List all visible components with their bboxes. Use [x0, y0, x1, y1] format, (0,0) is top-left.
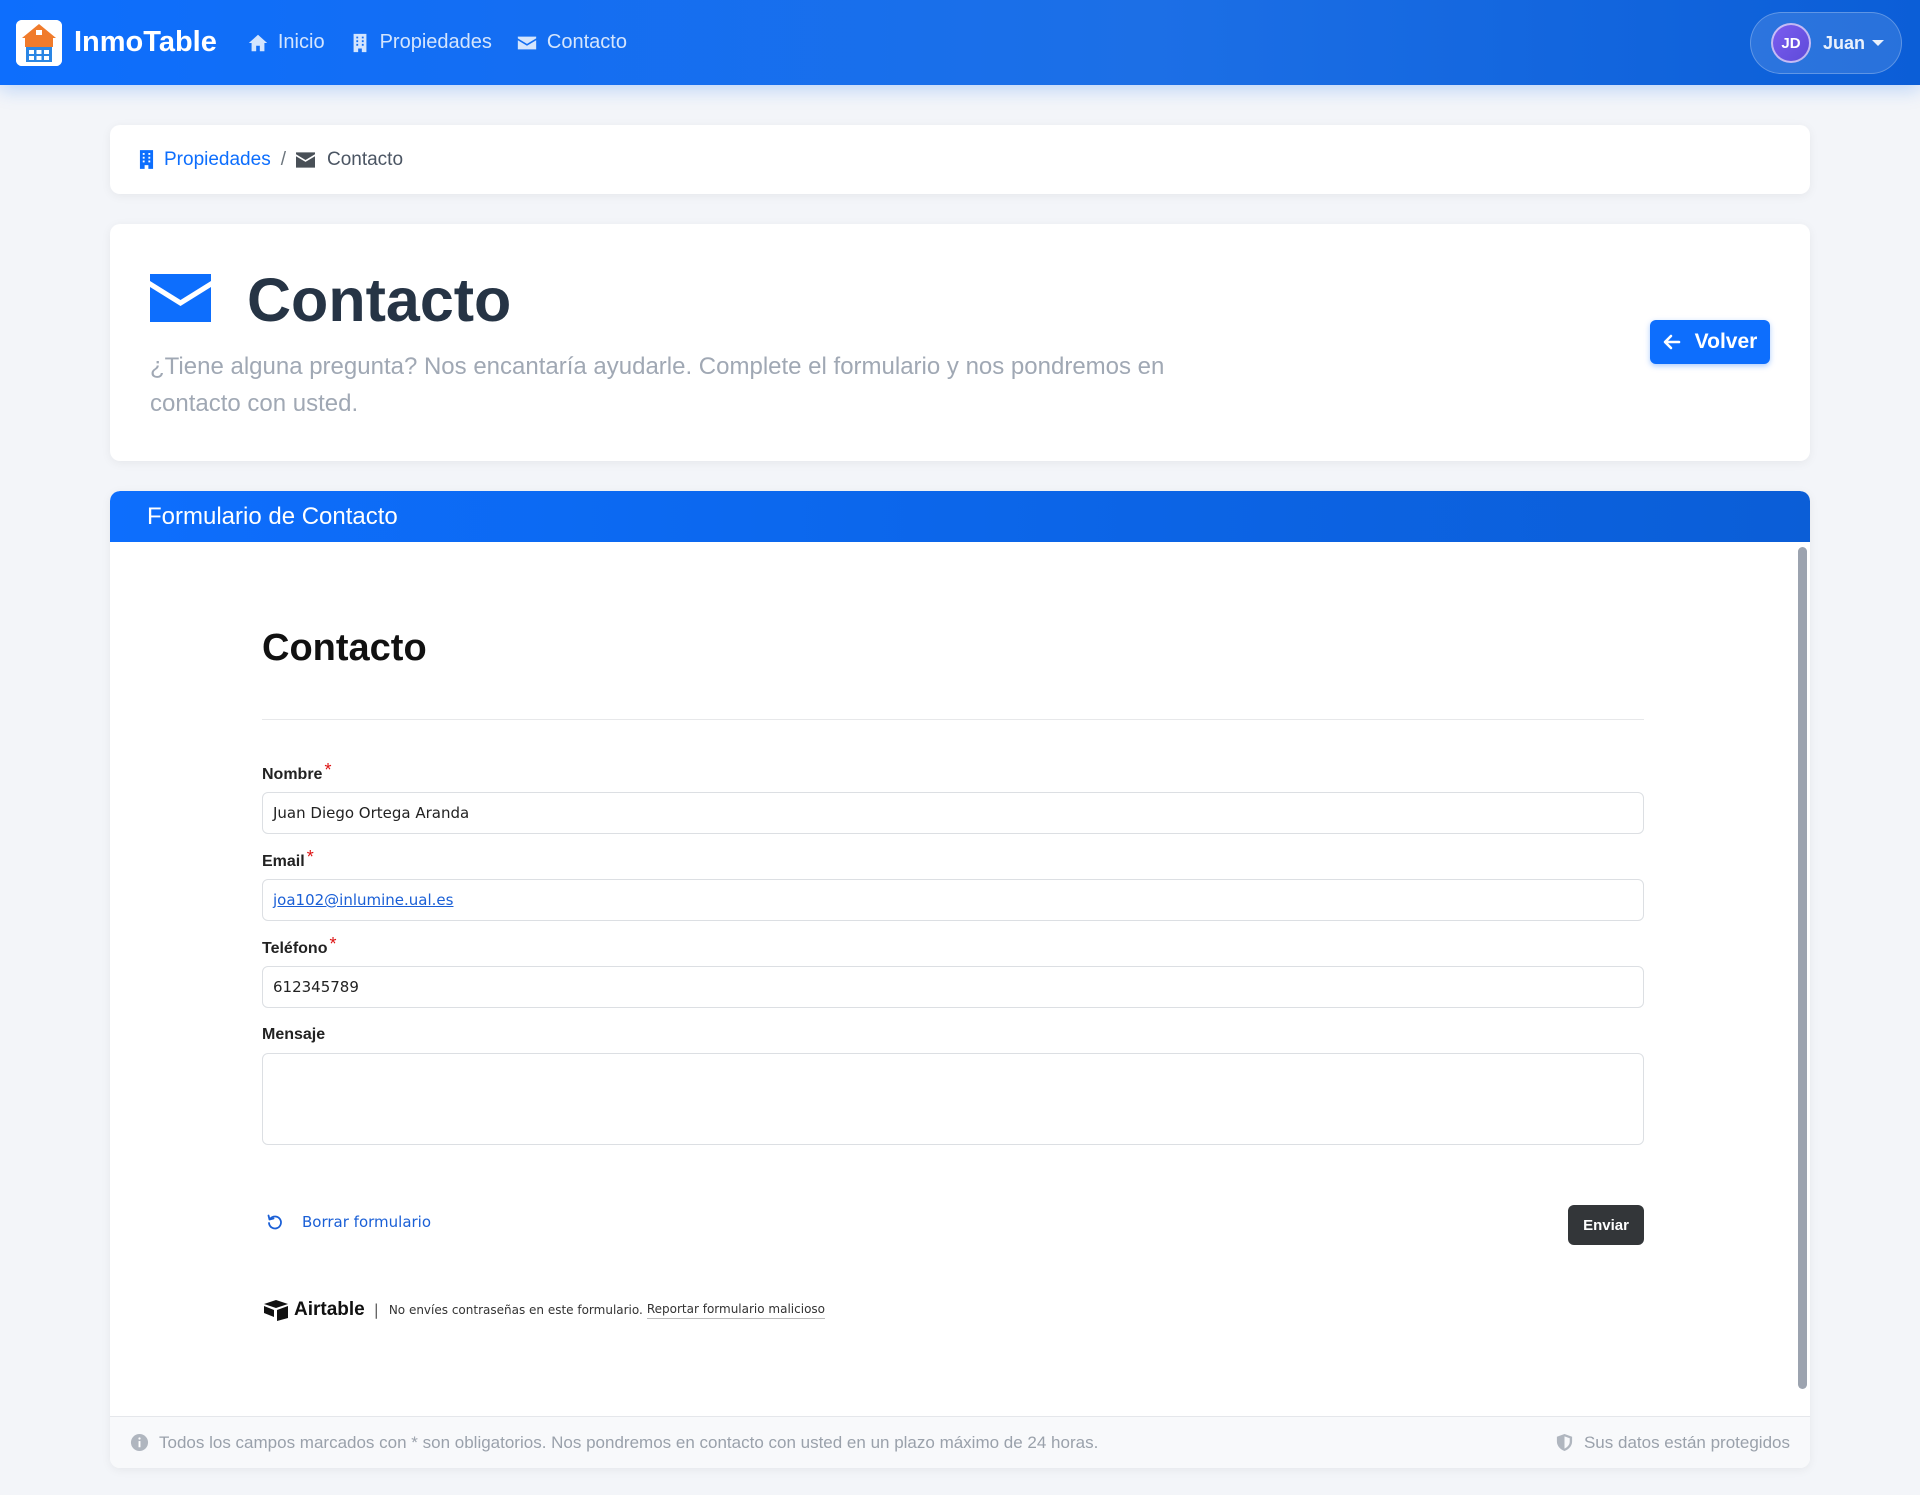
page-title: Contacto	[247, 266, 512, 334]
envelope-icon	[295, 151, 315, 168]
divider	[262, 719, 1644, 720]
avatar: JD	[1771, 23, 1811, 63]
airtable-logo-link[interactable]: Airtable	[262, 1299, 365, 1321]
mensaje-label: Mensaje	[262, 1026, 326, 1043]
mensaje-textarea[interactable]	[262, 1053, 1644, 1145]
page-subtitle: ¿Tiene alguna pregunta? Nos encantaría a…	[150, 353, 1165, 417]
breadcrumb-parent-label: Propiedades	[164, 148, 271, 170]
data-protection-note: Sus datos están protegidos	[1555, 1433, 1790, 1453]
nav-link-contacto[interactable]: Contacto	[516, 31, 627, 54]
nav-link-label: Propiedades	[379, 31, 492, 53]
arrow-left-icon	[1663, 334, 1680, 350]
envelope-icon	[150, 274, 211, 322]
top-navbar: InmoTable Inicio Propiedades Contacto JD…	[0, 0, 1920, 85]
reset-form-label: Borrar formulario	[302, 1213, 432, 1231]
nombre-field[interactable]: Juan Diego Ortega Aranda	[262, 792, 1644, 834]
brand[interactable]: InmoTable	[16, 19, 217, 66]
nav-link-label: Contacto	[546, 31, 627, 53]
email-label-text: Email	[262, 853, 305, 870]
required-mark: *	[329, 934, 337, 954]
form-card-footer: Todos los campos marcados con * son obli…	[110, 1416, 1810, 1468]
separator: |	[373, 1301, 379, 1319]
breadcrumb-current-label: Contacto	[326, 148, 404, 170]
nav-link-label: Inicio	[277, 31, 325, 53]
building-icon	[139, 150, 154, 169]
contact-form-card: Formulario de Contacto Contacto Nombre * …	[110, 491, 1810, 1468]
back-button[interactable]: Volver	[1650, 320, 1770, 364]
info-icon	[130, 1433, 149, 1452]
report-form-link[interactable]: Reportar formulario malicioso	[646, 1302, 825, 1319]
required-fields-note: Todos los campos marcados con * son obli…	[159, 1432, 1099, 1452]
chevron-down-icon	[1872, 40, 1885, 46]
airtable-branding: Airtable | No envíes contraseñas en este…	[262, 1299, 825, 1321]
back-button-label: Volver	[1694, 330, 1758, 353]
scrollbar[interactable]	[1798, 547, 1807, 1389]
data-protection-label: Sus datos están protegidos	[1583, 1432, 1790, 1452]
brand-name: InmoTable	[74, 26, 217, 58]
email-field[interactable]: joa102@inlumine.ual.es	[262, 879, 1644, 921]
nav-link-propiedades[interactable]: Propiedades	[349, 31, 492, 54]
building-icon	[353, 33, 366, 52]
user-menu-button[interactable]: JD Juan	[1750, 12, 1902, 74]
home-icon	[248, 34, 268, 51]
telefono-label-text: Teléfono	[262, 940, 328, 957]
shield-icon	[1556, 1433, 1573, 1452]
envelope-icon	[517, 36, 537, 49]
breadcrumb-link-propiedades[interactable]: Propiedades	[139, 149, 271, 171]
nombre-label: Nombre *	[262, 760, 332, 784]
page-header: Contacto ¿Tiene alguna pregunta? Nos enc…	[110, 224, 1810, 461]
nombre-label-text: Nombre	[262, 766, 323, 783]
telefono-field[interactable]: 612345789	[262, 966, 1644, 1008]
email-label: Email *	[262, 847, 314, 871]
user-name: Juan	[1823, 32, 1866, 53]
breadcrumb: Propiedades / Contacto	[110, 125, 1810, 194]
breadcrumb-current: Contacto	[295, 148, 404, 171]
form-card-header: Formulario de Contacto	[110, 491, 1810, 542]
airtable-logo-icon	[264, 1300, 288, 1321]
telefono-label: Teléfono *	[262, 934, 337, 958]
undo-icon	[267, 1214, 282, 1230]
form-title: Contacto	[262, 627, 427, 669]
required-mark: *	[306, 847, 314, 867]
breadcrumb-separator: /	[280, 148, 286, 170]
reset-form-button[interactable]: Borrar formulario	[266, 1213, 431, 1231]
disclaimer-text: No envíes contraseñas en este formulario…	[388, 1303, 643, 1317]
nav-link-inicio[interactable]: Inicio	[247, 31, 325, 54]
required-mark: *	[324, 760, 332, 780]
submit-button[interactable]: Enviar	[1568, 1205, 1644, 1245]
airtable-brand-name: Airtable	[294, 1299, 365, 1320]
house-logo-icon	[16, 19, 62, 66]
